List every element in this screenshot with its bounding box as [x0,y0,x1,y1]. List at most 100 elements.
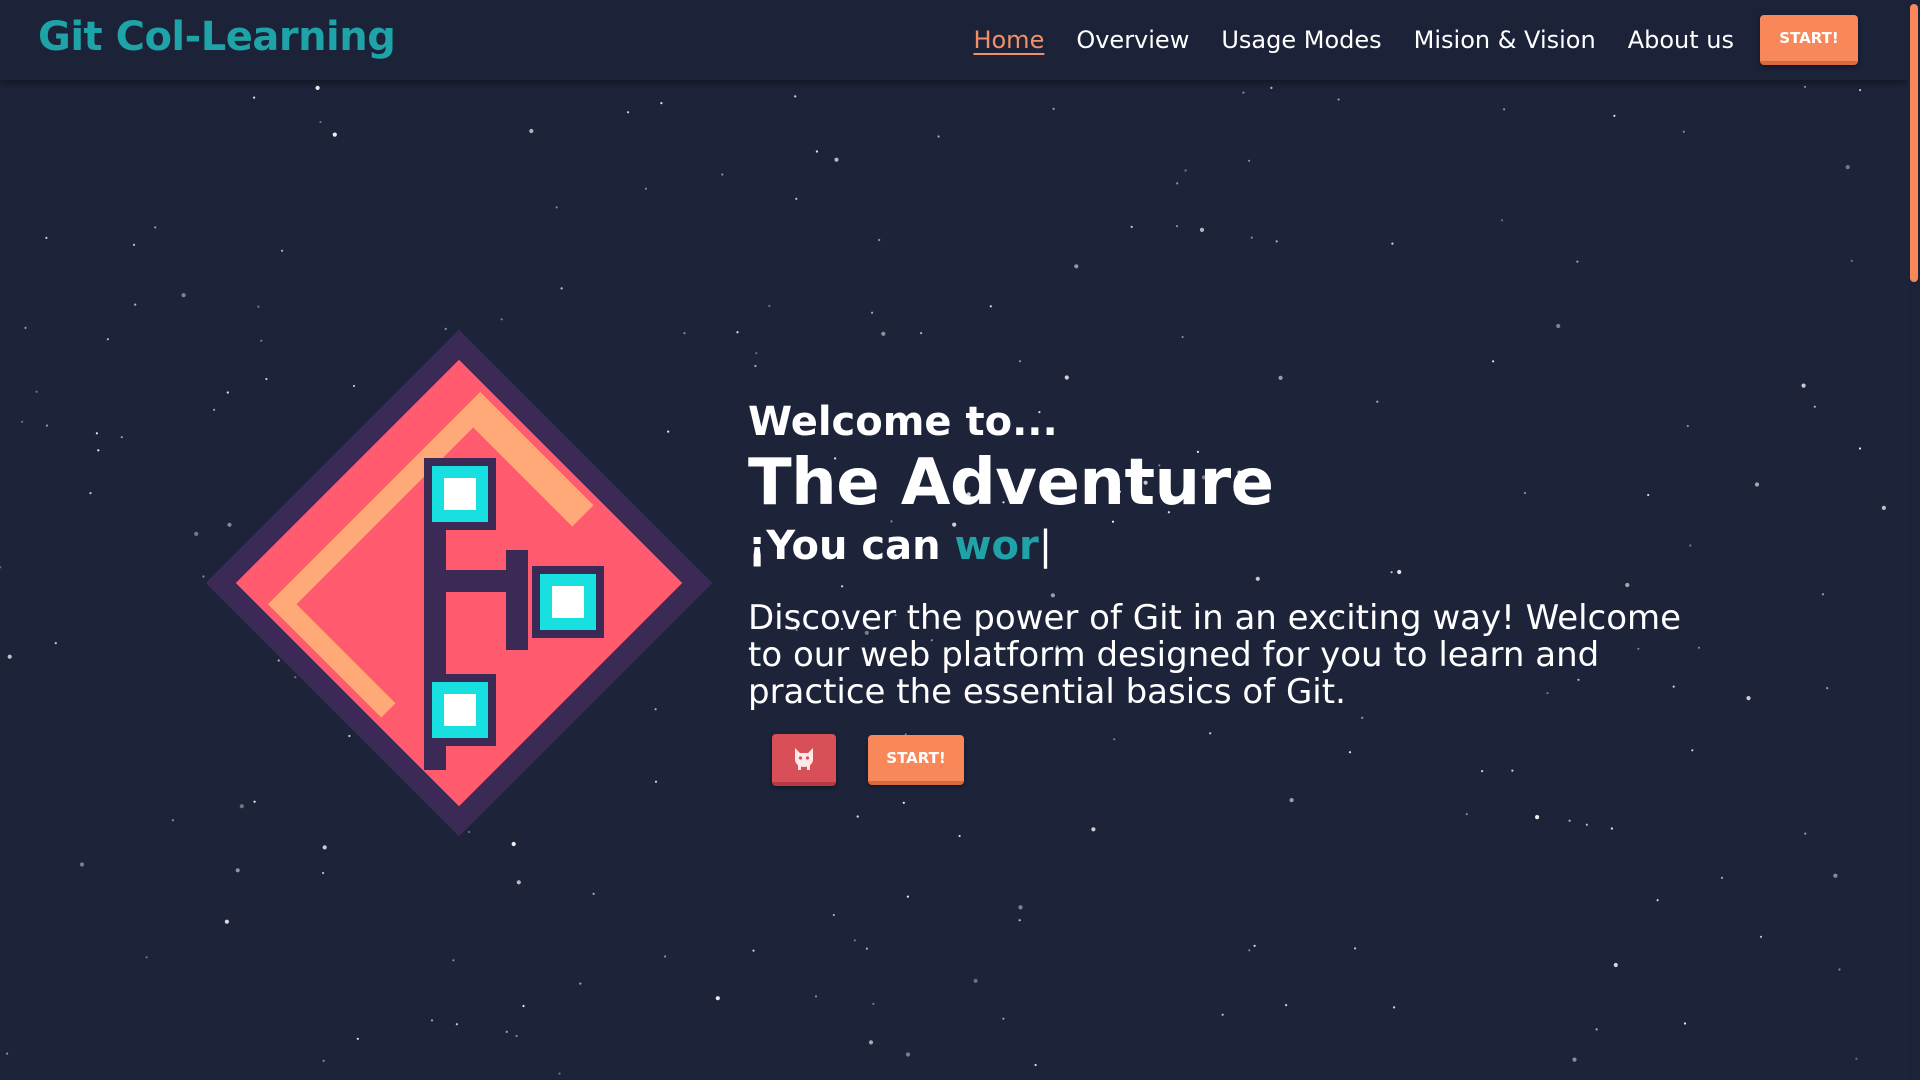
star [1250,236,1253,239]
star [1556,323,1561,329]
star [21,420,24,423]
star [45,236,48,239]
star [815,150,819,153]
star [516,880,521,885]
star [1176,182,1179,185]
nav-link-mision-vision[interactable]: Mision & Vision [1414,26,1596,54]
star [322,871,325,875]
scrollbar-thumb[interactable] [1910,4,1918,282]
star [1018,360,1022,363]
star [1845,165,1850,170]
star [1181,335,1184,339]
star [106,338,109,341]
star [1391,242,1394,245]
hero-section: Welcome to... The Adventure ¡You can wor… [748,398,1728,745]
star [505,1030,508,1033]
hero-start-button[interactable]: START! [868,735,964,785]
star [522,1004,525,1008]
star [1691,749,1694,752]
star [795,197,798,200]
star [1184,169,1187,172]
star [1833,873,1838,878]
star [1393,1006,1396,1009]
logo-node-right-center [552,586,584,618]
star [555,206,558,209]
logo-branch-arm-vertical [506,550,528,650]
star [558,1072,561,1075]
navbar: Git Col-Learning Home Overview Usage Mod… [0,0,1908,80]
star [1759,935,1763,938]
logo-node-top-center [444,478,476,510]
star [1610,827,1613,830]
typing-cursor: | [1038,523,1053,569]
star [319,120,322,124]
star [1354,947,1357,950]
star [973,978,978,983]
star [1348,751,1352,754]
nav-link-home[interactable]: Home [973,26,1044,54]
brand-logo-text[interactable]: Git Col-Learning [38,14,396,60]
star [814,995,818,998]
nav-link-overview[interactable]: Overview [1076,26,1189,54]
star [1804,832,1807,835]
star [253,96,256,99]
star [871,311,874,314]
star [171,819,174,822]
star [881,331,886,336]
star [356,1037,359,1040]
logo-branch-arm [446,570,516,592]
star [120,436,123,439]
star [832,913,835,917]
star [752,949,755,952]
star [281,249,284,252]
star [721,173,724,176]
star [235,868,240,873]
star [1511,769,1514,772]
star [1576,260,1579,263]
star [332,132,337,137]
github-button[interactable] [772,734,836,786]
star [853,939,856,942]
star [1091,827,1096,832]
star [515,1034,518,1038]
star [1682,130,1685,133]
git-logo-icon [206,330,712,836]
star [834,157,839,162]
star [1855,1057,1858,1060]
star [906,895,910,898]
hero-description: Discover the power of Git in an exciting… [748,598,1682,712]
star [1275,240,1278,243]
star [134,303,137,306]
star [194,531,199,537]
star [1801,383,1806,388]
nav-link-about-us[interactable]: About us [1628,26,1734,54]
star [560,287,563,290]
star [322,1059,325,1062]
nav-start-button[interactable]: START! [1760,15,1858,65]
nav-link-usage-modes[interactable]: Usage Modes [1221,26,1381,54]
star [1813,405,1816,408]
star [1720,876,1724,879]
star [660,102,663,105]
star [1018,905,1023,910]
star [958,834,961,838]
star [1568,819,1571,822]
star [1821,593,1825,596]
hero-typed-line: ¡You can wor| [748,520,1728,572]
star [257,305,260,308]
star [315,85,320,90]
star [905,1052,911,1057]
hero-welcome: Welcome to... [748,399,1058,445]
hero-typed-prefix: ¡You can [748,523,955,569]
scrollbar[interactable] [1908,0,1920,1080]
star [868,1040,874,1045]
star [1481,770,1484,773]
hero-actions: START! [772,734,964,786]
star [89,492,92,495]
star [6,1052,9,1055]
star [1613,114,1616,117]
hero-typed-word: wor [954,523,1039,569]
star [865,947,869,950]
star [1826,687,1829,690]
star [1746,696,1751,701]
